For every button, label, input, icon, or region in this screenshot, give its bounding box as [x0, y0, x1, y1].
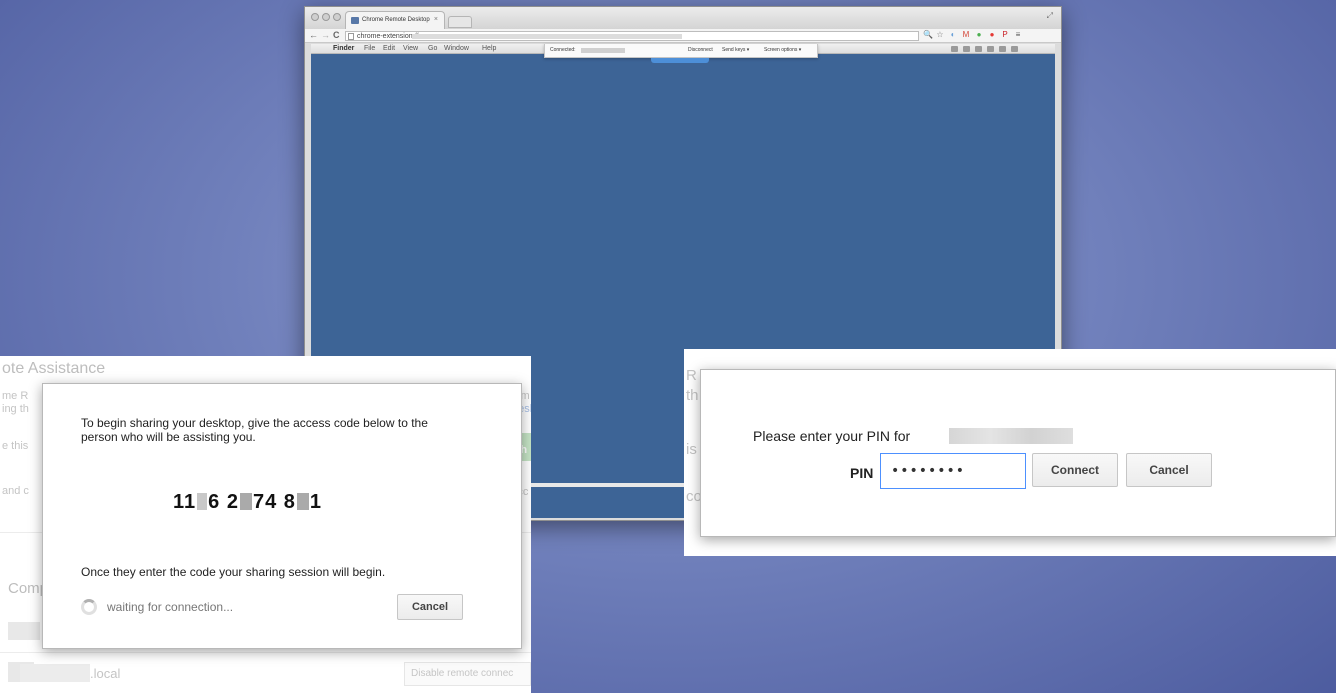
section-title: ote Assistance — [2, 360, 106, 377]
status-icon — [951, 46, 958, 52]
bg-text-line: and c — [2, 485, 29, 497]
back-button[interactable]: ← — [309, 30, 318, 40]
browser-toolbar: ← → C chrome-extension:// 🔍 ☆ ◐ M ● ● P ≡ — [305, 29, 1061, 43]
status-icon — [975, 46, 982, 52]
cancel-button[interactable]: Cancel — [397, 594, 463, 620]
waiting-status: waiting for connection... — [107, 600, 234, 614]
star-icon[interactable]: ☆ — [936, 31, 944, 39]
minimize-window-button[interactable] — [322, 13, 330, 21]
extension-icon[interactable]: ◐ — [949, 31, 957, 39]
menu-help[interactable]: Help — [482, 44, 496, 54]
redacted-digit — [296, 493, 309, 510]
remote-assistance-panel: ote Assistance me R ing th e this and c … — [0, 356, 531, 693]
pin-input[interactable]: •••••••• — [880, 453, 1026, 489]
bg-text-line: e this — [2, 440, 29, 452]
zoom-window-button[interactable] — [333, 13, 341, 21]
pin-dialog: Please enter your PIN for PIN •••••••• C… — [700, 369, 1336, 537]
send-keys-button[interactable]: Send keys ▾ — [722, 44, 749, 56]
menu-file[interactable]: File — [364, 44, 375, 54]
divider — [0, 652, 531, 653]
gmail-icon[interactable]: M — [962, 31, 970, 39]
search-icon[interactable]: 🔍 — [923, 31, 933, 39]
redacted-host-name — [949, 428, 1073, 444]
forward-button[interactable]: → — [321, 30, 330, 40]
status-icon — [999, 46, 1006, 52]
redacted-host-name — [20, 664, 90, 682]
status-icon — [987, 46, 994, 52]
menu-window[interactable]: Window — [444, 44, 469, 54]
redacted-host — [581, 48, 625, 53]
access-code-part: 6 2 — [208, 491, 239, 513]
connection-toolbar: Connected: Disconnect Send keys ▾ Screen… — [544, 44, 818, 58]
connected-label: Connected: — [550, 47, 576, 53]
access-code-part: 74 8 — [252, 491, 296, 513]
access-code-part: 1 — [309, 491, 323, 513]
disconnect-button[interactable]: Disconnect — [688, 44, 713, 56]
status-icon — [1011, 46, 1018, 52]
redacted-url — [412, 34, 682, 39]
menu-view[interactable]: View — [403, 44, 418, 54]
toolbar-stub-handle[interactable] — [651, 58, 709, 63]
access-code: 11 6 2 74 8 1 — [173, 491, 322, 514]
menu-go[interactable]: Go — [428, 44, 437, 54]
reload-button[interactable]: C — [333, 30, 340, 40]
tab-chrome-remote-desktop[interactable]: Chrome Remote Desktop × — [345, 11, 445, 29]
bg-text-line: R — [686, 367, 697, 384]
host-name-suffix: .local — [90, 666, 121, 681]
loading-spinner-icon — [81, 599, 97, 615]
tab-close-icon[interactable]: × — [434, 16, 438, 23]
send-keys-label: Send keys — [722, 47, 746, 53]
bg-text-line: ing th — [2, 403, 29, 415]
title-bar: Chrome Remote Desktop × ⤢ — [305, 7, 1061, 29]
chevron-down-icon: ▾ — [746, 47, 750, 53]
tab-title: Chrome Remote Desktop — [362, 17, 430, 23]
share-code-dialog: To begin sharing your desktop, give the … — [42, 383, 522, 649]
bg-text-line: me R — [2, 390, 29, 402]
bg-text-line: is — [686, 441, 697, 458]
redacted-digit — [239, 493, 252, 510]
redacted-digit — [197, 493, 208, 510]
screen-options-label: Screen options — [764, 47, 798, 53]
remote-status-icons — [951, 46, 1018, 52]
menu-finder[interactable]: Finder — [333, 44, 354, 54]
pin-prompt: Please enter your PIN for — [753, 428, 911, 444]
address-bar[interactable]: chrome-extension:// — [345, 31, 919, 41]
menu-edit[interactable]: Edit — [383, 44, 395, 54]
pin-label: PIN — [850, 465, 874, 481]
remote-desktop-favicon-icon — [351, 17, 359, 24]
redacted-computer — [8, 622, 40, 640]
session-begin-text: Once they enter the code your sharing se… — [81, 565, 386, 579]
menu-icon[interactable]: ≡ — [1014, 31, 1022, 39]
green-ext-icon[interactable]: ● — [975, 31, 983, 39]
red-ext-icon[interactable]: ● — [988, 31, 996, 39]
screen-options-button[interactable]: Screen options ▾ — [764, 44, 801, 56]
connect-button[interactable]: Connect — [1032, 453, 1118, 487]
close-window-button[interactable] — [311, 13, 319, 21]
page-icon — [348, 33, 354, 40]
share-instructions: To begin sharing your desktop, give the … — [81, 416, 428, 444]
chevron-down-icon: ▾ — [798, 47, 802, 53]
access-code-part: 11 — [173, 491, 197, 513]
new-tab-button[interactable] — [448, 16, 472, 28]
url-text: chrome-extension:// — [357, 33, 419, 40]
pin-entry-panel: R th is co Please enter your PIN for PIN… — [684, 349, 1336, 556]
extension-icons: 🔍 ☆ ◐ M ● ● P ≡ — [923, 31, 1022, 39]
cancel-button[interactable]: Cancel — [1126, 453, 1212, 487]
status-icon — [963, 46, 970, 52]
pinterest-icon[interactable]: P — [1001, 31, 1009, 39]
fullscreen-icon[interactable]: ⤢ — [1047, 11, 1053, 21]
bg-text-line: th — [686, 387, 699, 404]
disable-remote-connections-button[interactable]: Disable remote connec — [404, 662, 531, 686]
window-controls — [311, 13, 341, 21]
